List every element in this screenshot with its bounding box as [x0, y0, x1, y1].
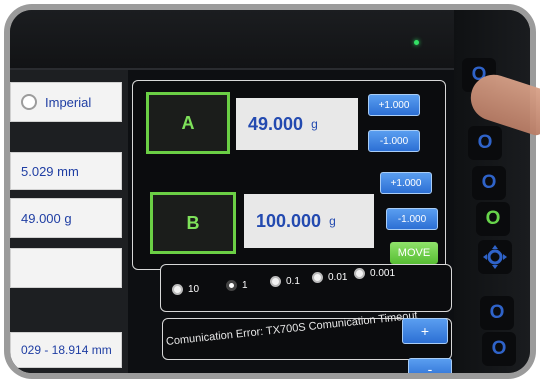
radio-icon	[172, 284, 183, 295]
device-body: Imperial 5.029 mm 49.000 g 029 - 18.914 …	[10, 10, 530, 373]
unit-option-label: Imperial	[45, 94, 92, 110]
step-option-0-01[interactable]: 0.01	[312, 272, 347, 283]
side-button-glyph: O	[481, 172, 497, 193]
side-button-strip: O O O O O O	[454, 10, 530, 373]
channel-a-unit: g	[311, 117, 318, 131]
dpad-button[interactable]	[478, 240, 512, 274]
step-option-1[interactable]: 1	[226, 280, 248, 291]
top-bezel	[10, 10, 530, 68]
radio-icon	[354, 268, 365, 279]
side-button-6[interactable]: O	[482, 332, 516, 366]
move-button[interactable]: MOVE	[390, 242, 438, 264]
channel-b-plus-label: +1.000	[390, 177, 422, 189]
side-button-3[interactable]: O	[472, 166, 506, 200]
dpad-icon	[483, 245, 507, 269]
side-button-4[interactable]: O	[476, 202, 510, 236]
step-option-label: 0.1	[286, 276, 300, 287]
field-distance-value: 5.029 mm	[21, 163, 79, 179]
channel-a-minus-button[interactable]: -1.000	[368, 130, 420, 152]
channel-b-value: 100.000 g	[244, 194, 374, 248]
field-range: 029 - 18.914 mm	[10, 332, 122, 368]
side-button-glyph: O	[485, 208, 501, 229]
field-weight: 49.000 g	[10, 198, 122, 238]
radio-icon	[312, 272, 323, 283]
step-option-10[interactable]: 10	[172, 284, 199, 295]
lower-minus-label: -	[427, 361, 433, 373]
side-button-5[interactable]: O	[480, 296, 514, 330]
channel-b-label[interactable]: B	[150, 192, 236, 254]
step-option-label: 0.01	[328, 272, 348, 283]
field-weight-value: 49.000 g	[21, 210, 72, 226]
side-button-glyph: O	[489, 302, 505, 323]
step-option-0-001[interactable]: 0.001	[354, 268, 395, 279]
side-button-2[interactable]: O	[468, 126, 502, 160]
channel-b-minus-label: -1.000	[397, 213, 427, 225]
channel-b-plus-button[interactable]: +1.000	[380, 172, 432, 194]
channel-a-plus-button[interactable]: +1.000	[368, 94, 420, 116]
radio-icon	[226, 280, 237, 291]
channel-a-letter: A	[181, 112, 195, 133]
move-label: MOVE	[397, 247, 431, 259]
control-panel: A 49.000 g +1.000 -1.000 B 100.000 g +1.…	[132, 80, 454, 373]
field-empty	[10, 248, 122, 288]
device-frame: Imperial 5.029 mm 49.000 g 029 - 18.914 …	[4, 4, 536, 379]
radio-icon	[270, 276, 281, 287]
left-column: Imperial 5.029 mm 49.000 g 029 - 18.914 …	[10, 70, 128, 373]
channel-b-letter: B	[186, 212, 200, 233]
step-option-label: 1	[242, 280, 248, 291]
channel-a-number: 49.000	[248, 113, 304, 134]
channel-b-unit: g	[329, 214, 336, 228]
radio-icon	[21, 94, 37, 110]
channel-a-label[interactable]: A	[146, 92, 230, 154]
step-option-label: 10	[188, 284, 200, 295]
screen: Imperial 5.029 mm 49.000 g 029 - 18.914 …	[10, 68, 454, 373]
lower-minus-button[interactable]: -	[408, 358, 452, 373]
status-led	[414, 40, 419, 45]
channel-a-value: 49.000 g	[236, 98, 358, 150]
channel-b-number: 100.000	[256, 210, 322, 231]
step-options-box	[160, 264, 452, 312]
side-button-glyph: O	[477, 132, 493, 153]
side-button-glyph: O	[491, 338, 507, 359]
channel-a-plus-label: +1.000	[378, 99, 410, 111]
unit-option-imperial[interactable]: Imperial	[10, 82, 122, 122]
lower-plus-label: +	[420, 323, 430, 339]
field-range-value: 029 - 18.914 mm	[21, 343, 112, 357]
step-option-0-1[interactable]: 0.1	[270, 276, 300, 287]
step-option-label: 0.001	[370, 268, 396, 279]
channel-b-minus-button[interactable]: -1.000	[386, 208, 438, 230]
lower-plus-button[interactable]: +	[402, 318, 448, 344]
field-distance: 5.029 mm	[10, 152, 122, 190]
channel-a-minus-label: -1.000	[379, 135, 409, 147]
